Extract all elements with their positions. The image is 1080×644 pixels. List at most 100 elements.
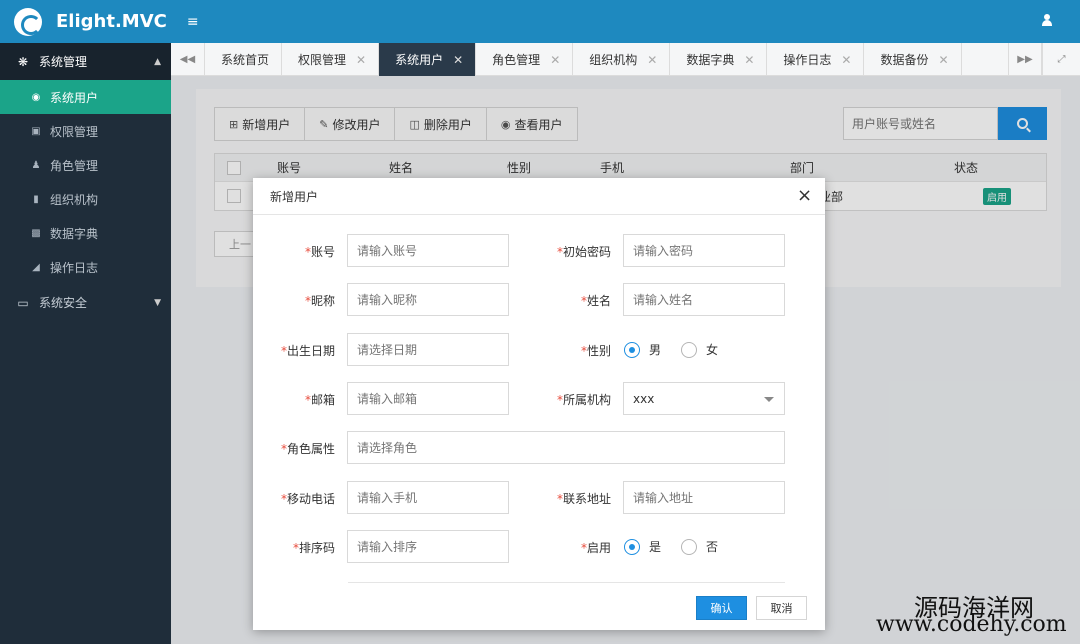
sidebar-group-label: 系统安全 — [39, 296, 88, 310]
close-icon[interactable]: × — [797, 187, 812, 205]
account-label: *账号 — [304, 245, 335, 259]
sidebar-group-system-security[interactable]: ▭ 系统安全 ▼ — [0, 284, 171, 321]
top-header: Elight.MVC ≡ — [0, 0, 1080, 43]
enabled-label: *启用 — [580, 541, 611, 555]
realname-label: *姓名 — [580, 294, 611, 308]
brand-name: Elight.MVC — [56, 11, 167, 32]
close-icon[interactable]: ✕ — [453, 53, 463, 67]
radio-unchecked-icon — [681, 538, 697, 555]
sidebar-item-label: 权限管理 — [50, 124, 99, 139]
radio-checked-icon — [624, 341, 640, 358]
sidebar-item-label: 角色管理 — [50, 158, 99, 173]
add-user-form: *账号 *初始密码 *昵称 *姓名 *出生日期 *性别 男 女 *邮箱 *所属机… — [253, 216, 825, 586]
close-icon[interactable]: ✕ — [356, 53, 366, 67]
birthday-field[interactable] — [347, 333, 509, 366]
cubes-icon: ❋ — [17, 54, 29, 69]
cancel-button[interactable]: 取消 — [756, 596, 807, 620]
gender-female-radio[interactable]: 女 — [681, 341, 718, 358]
sidebar-group-system-manage[interactable]: ❋ 系统管理 ▲ — [0, 43, 171, 80]
watermark-url: www.codehy.com — [876, 612, 1067, 637]
radio-unchecked-icon — [681, 341, 697, 358]
close-icon[interactable]: ✕ — [939, 53, 949, 67]
tab-dict[interactable]: 数据字典 ✕ — [670, 43, 768, 76]
org-select-value: xxx — [633, 391, 655, 406]
email-field[interactable] — [347, 382, 509, 415]
role-field[interactable] — [347, 431, 785, 464]
sitemap-icon: ▩ — [31, 227, 41, 239]
radio-label: 女 — [706, 343, 719, 357]
realname-field[interactable] — [623, 283, 785, 316]
briefcase-icon: ▣ — [31, 125, 41, 137]
sort-field[interactable] — [347, 530, 509, 563]
enabled-yes-radio[interactable]: 是 — [624, 538, 661, 555]
caret-down-icon: ▼ — [154, 297, 161, 308]
folder-open-icon: ◢ — [32, 261, 40, 273]
user-circle-icon: ◉ — [31, 91, 41, 103]
tab-org[interactable]: 组织机构 ✕ — [573, 43, 671, 76]
radio-label: 是 — [649, 540, 662, 554]
tab-label: 系统用户 — [395, 53, 444, 67]
tab-label: 数据备份 — [880, 53, 929, 67]
tab-label: 操作日志 — [783, 53, 832, 67]
sidebar-item-dict[interactable]: ▩ 数据字典 — [0, 216, 171, 250]
nickname-field[interactable] — [347, 283, 509, 316]
mobile-field[interactable] — [347, 481, 509, 514]
mobile-label: *移动电话 — [280, 492, 335, 506]
dialog-title: 新增用户 — [270, 189, 319, 204]
radio-label: 否 — [706, 540, 719, 554]
dialog-footer: 确认 取消 — [253, 586, 825, 630]
close-icon[interactable]: ✕ — [550, 53, 560, 67]
tab-role[interactable]: 角色管理 ✕ — [476, 43, 574, 76]
role-label: *角色属性 — [280, 442, 335, 456]
gender-male-radio[interactable]: 男 — [624, 341, 661, 358]
list-icon[interactable]: ≡ — [187, 14, 199, 30]
dialog-header: 新增用户 × — [253, 178, 825, 215]
password-field[interactable] — [623, 234, 785, 267]
sidebar-item-log[interactable]: ◢ 操作日志 — [0, 250, 171, 284]
sort-label: *排序码 — [292, 541, 335, 555]
tab-label: 系统首页 — [221, 53, 270, 67]
sidebar-item-role[interactable]: ♟ 角色管理 — [0, 148, 171, 182]
users-icon: ♟ — [31, 159, 41, 171]
confirm-button[interactable]: 确认 — [696, 596, 747, 620]
close-icon[interactable]: ✕ — [744, 53, 754, 67]
user-icon[interactable] — [1042, 14, 1052, 26]
caret-up-icon: ▲ — [154, 56, 161, 67]
sidebar-item-org[interactable]: ▮ 组织机构 — [0, 182, 171, 216]
close-icon[interactable]: ✕ — [841, 53, 851, 67]
close-icon[interactable]: ✕ — [647, 53, 657, 67]
tab-label: 组织机构 — [589, 53, 638, 67]
logo-icon — [14, 7, 42, 36]
tab-label: 权限管理 — [298, 53, 347, 67]
tab-label: 角色管理 — [492, 53, 541, 67]
desktop-icon: ▭ — [17, 295, 29, 310]
chevron-down-icon — [764, 397, 774, 402]
password-label: *初始密码 — [556, 245, 611, 259]
tab-backup[interactable]: 数据备份 ✕ — [864, 43, 962, 76]
org-select[interactable]: xxx — [623, 382, 785, 415]
nickname-label: *昵称 — [304, 294, 335, 308]
tab-home[interactable]: 系统首页 — [205, 43, 283, 76]
account-field[interactable] — [347, 234, 509, 267]
sidebar-item-permission[interactable]: ▣ 权限管理 — [0, 114, 171, 148]
address-label: *联系地址 — [556, 492, 611, 506]
address-field[interactable] — [623, 481, 785, 514]
add-user-dialog: 新增用户 × *账号 *初始密码 *昵称 *姓名 *出生日期 *性别 男 女 *… — [253, 178, 825, 630]
gender-label: *性别 — [580, 344, 611, 358]
tab-system-user[interactable]: 系统用户 ✕ — [379, 43, 477, 76]
book-icon: ▮ — [33, 193, 39, 205]
sidebar-item-system-user[interactable]: ◉ 系统用户 — [0, 80, 171, 114]
tabs-scroll-right-icon[interactable]: ▶▶ — [1008, 43, 1042, 76]
email-label: *邮箱 — [304, 393, 335, 407]
sidebar-item-label: 组织机构 — [50, 192, 99, 207]
sidebar: ❋ 系统管理 ▲ ◉ 系统用户 ▣ 权限管理 ♟ 角色管理 ▮ 组织机构 ▩ 数… — [0, 43, 171, 644]
tab-log[interactable]: 操作日志 ✕ — [767, 43, 865, 76]
sidebar-item-label: 操作日志 — [50, 260, 99, 275]
radio-label: 男 — [649, 343, 662, 357]
tab-permission[interactable]: 权限管理 ✕ — [282, 43, 380, 76]
fullscreen-icon[interactable]: ⤢ — [1042, 43, 1080, 76]
enabled-no-radio[interactable]: 否 — [681, 538, 718, 555]
tabs-scroll-left-icon[interactable]: ◀◀ — [171, 43, 205, 76]
birthday-label: *出生日期 — [280, 344, 335, 358]
sidebar-item-label: 系统用户 — [50, 90, 99, 105]
